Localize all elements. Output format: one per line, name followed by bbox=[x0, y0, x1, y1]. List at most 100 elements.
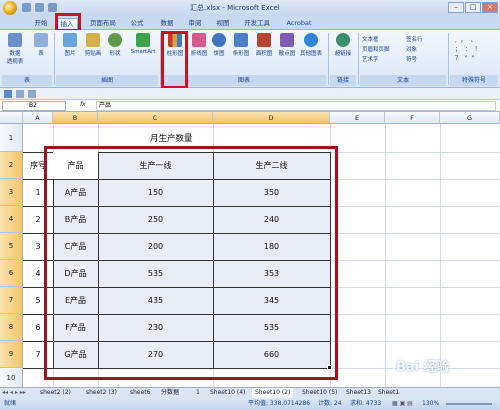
row-header-6[interactable]: 6 bbox=[0, 260, 23, 287]
bar-chart-icon bbox=[234, 33, 248, 47]
sheet-tab[interactable]: 1 bbox=[196, 388, 200, 398]
group-illustrations-label: 插图 bbox=[56, 75, 158, 86]
sheet-tab[interactable]: sheet2 (2) bbox=[40, 388, 71, 398]
select-all-corner[interactable] bbox=[0, 112, 23, 124]
fx-icon[interactable]: fx bbox=[80, 101, 86, 108]
column-header-d[interactable]: D bbox=[213, 112, 330, 124]
scatter-chart-icon bbox=[280, 33, 294, 47]
status-bar: 就绪 平均值: 338.0714286 计数: 24 求和: 4733 ▦ ▣ … bbox=[0, 398, 500, 410]
special-symbols-grid[interactable]: , 。 、； ： ！？ " " bbox=[455, 36, 495, 63]
symbol-button[interactable]: 符号 bbox=[406, 55, 446, 63]
watermark-logo: Bai 经验 bbox=[396, 360, 450, 375]
row-header-3[interactable]: 3 bbox=[0, 179, 23, 206]
ribbon-insert: 数据 透视表 表 图片 剪贴画 形状 SmartArt 柱形图 折线图 饼图 条… bbox=[0, 30, 500, 88]
object-button[interactable]: 对象 bbox=[406, 45, 446, 53]
sheet-tab[interactable]: sheet6 bbox=[130, 388, 150, 398]
tab-view[interactable]: 视图 bbox=[212, 18, 234, 30]
sheet-tabs-bar: ◂◂ ◂ ▸ ▸▸ sheet2 (2) sheet2 (3) sheet6 分… bbox=[0, 387, 500, 398]
sheet-tab[interactable]: 分数据 bbox=[161, 388, 179, 398]
tab-home[interactable]: 开始 bbox=[30, 18, 52, 30]
group-tables-label: 表 bbox=[2, 75, 52, 86]
column-header-b[interactable]: B bbox=[53, 112, 98, 124]
sheet-tab[interactable]: sheet2 (3) bbox=[86, 388, 117, 398]
name-box[interactable]: B2 bbox=[2, 101, 66, 111]
scatter-chart-button[interactable]: 散点图 bbox=[276, 33, 298, 57]
sheet-tab[interactable]: Sheet13 bbox=[346, 388, 371, 398]
column-header-g[interactable]: G bbox=[440, 112, 500, 124]
tab-page-layout[interactable]: 页面布局 bbox=[86, 18, 120, 30]
status-sum: 求和: 4733 bbox=[350, 400, 382, 407]
sheet-tab-active[interactable]: Sheet10 (2) bbox=[252, 388, 294, 398]
redo-icon[interactable] bbox=[48, 3, 57, 12]
pie-chart-button[interactable]: 饼图 bbox=[210, 33, 228, 57]
tab-data[interactable]: 数据 bbox=[156, 18, 178, 30]
row-header-10[interactable]: 10 bbox=[0, 368, 23, 388]
sheet-nav-arrows[interactable]: ◂◂ ◂ ▸ ▸▸ bbox=[2, 388, 26, 398]
column-header-e[interactable]: E bbox=[330, 112, 385, 124]
save-icon[interactable] bbox=[22, 3, 31, 12]
area-chart-button[interactable]: 面积图 bbox=[253, 33, 275, 57]
sheet-tab[interactable]: Sheet10 (5) bbox=[302, 388, 337, 398]
zoom-level[interactable]: 130% bbox=[422, 398, 439, 410]
picture-button[interactable]: 图片 bbox=[60, 33, 80, 57]
office-button-icon[interactable] bbox=[3, 1, 17, 15]
row-header-2[interactable]: 2 bbox=[0, 152, 23, 179]
row-header-5[interactable]: 5 bbox=[0, 233, 23, 260]
column-header-a[interactable]: A bbox=[23, 112, 53, 124]
row-header-4[interactable]: 4 bbox=[0, 206, 23, 233]
header-footer-button[interactable]: 页眉和页脚 bbox=[362, 45, 406, 53]
other-charts-button[interactable]: 其他图表 bbox=[298, 33, 324, 57]
textbox-button[interactable]: 文本框 bbox=[362, 35, 402, 43]
tab-acrobat[interactable]: Acrobat bbox=[282, 18, 316, 30]
status-count: 计数: 24 bbox=[318, 400, 342, 407]
view-buttons[interactable]: ▦ ▣ ▤ bbox=[392, 398, 413, 410]
line-chart-icon bbox=[192, 33, 206, 47]
pie-chart-icon bbox=[212, 33, 226, 47]
shapes-icon bbox=[108, 33, 122, 47]
status-ready: 就绪 bbox=[4, 400, 17, 407]
sheet-tab[interactable]: Sheet10 (4) bbox=[210, 388, 245, 398]
other-charts-icon bbox=[304, 33, 318, 47]
bar-chart-button[interactable]: 条形图 bbox=[230, 33, 252, 57]
mini-toolbar bbox=[0, 88, 500, 100]
pivot-table-icon bbox=[8, 33, 22, 47]
column-header-c[interactable]: C bbox=[98, 112, 213, 124]
clipart-button[interactable]: 剪贴画 bbox=[82, 33, 104, 57]
tab-formulas[interactable]: 公式 bbox=[126, 18, 148, 30]
clipart-icon bbox=[86, 33, 100, 47]
formula-bar: B2 fx 产品 bbox=[0, 100, 500, 112]
maximize-button[interactable]: □ bbox=[465, 2, 481, 13]
smartart-button[interactable]: SmartArt bbox=[128, 33, 158, 55]
data-range-highlight bbox=[44, 146, 338, 380]
close-button[interactable]: × bbox=[482, 2, 498, 13]
row-header-7[interactable]: 7 bbox=[0, 287, 23, 314]
row-header-8[interactable]: 8 bbox=[0, 314, 23, 341]
redo-icon[interactable] bbox=[28, 90, 36, 98]
group-text-label: 文本 bbox=[360, 75, 446, 86]
tab-review[interactable]: 审阅 bbox=[184, 18, 206, 30]
zoom-slider[interactable] bbox=[446, 403, 492, 405]
picture-icon bbox=[63, 33, 77, 47]
undo-icon[interactable] bbox=[16, 90, 24, 98]
minimize-button[interactable]: – bbox=[448, 2, 464, 13]
undo-icon[interactable] bbox=[35, 3, 44, 12]
sheet-tab[interactable]: Sheet1 bbox=[378, 388, 399, 398]
group-special-label: 特殊符号 bbox=[450, 75, 498, 86]
quick-access-toolbar bbox=[22, 3, 57, 12]
column-header-f[interactable]: F bbox=[385, 112, 440, 124]
row-header-9[interactable]: 9 bbox=[0, 341, 23, 368]
hyperlink-icon bbox=[336, 33, 350, 47]
wordart-button[interactable]: 艺术字 bbox=[362, 55, 402, 63]
table-icon bbox=[34, 33, 48, 47]
formula-input[interactable]: 产品 bbox=[96, 101, 496, 111]
shapes-button[interactable]: 形状 bbox=[106, 33, 124, 57]
pivot-table-button[interactable]: 数据 透视表 bbox=[4, 33, 26, 65]
row-header-1[interactable]: 1 bbox=[0, 124, 23, 152]
line-chart-button[interactable]: 折线图 bbox=[188, 33, 210, 57]
save-icon[interactable] bbox=[4, 90, 12, 98]
signature-line-button[interactable]: 签名行 bbox=[406, 35, 446, 43]
hyperlink-button[interactable]: 超链接 bbox=[332, 33, 354, 57]
area-chart-icon bbox=[257, 33, 271, 47]
table-button[interactable]: 表 bbox=[34, 33, 48, 57]
tab-developer[interactable]: 开发工具 bbox=[240, 18, 274, 30]
